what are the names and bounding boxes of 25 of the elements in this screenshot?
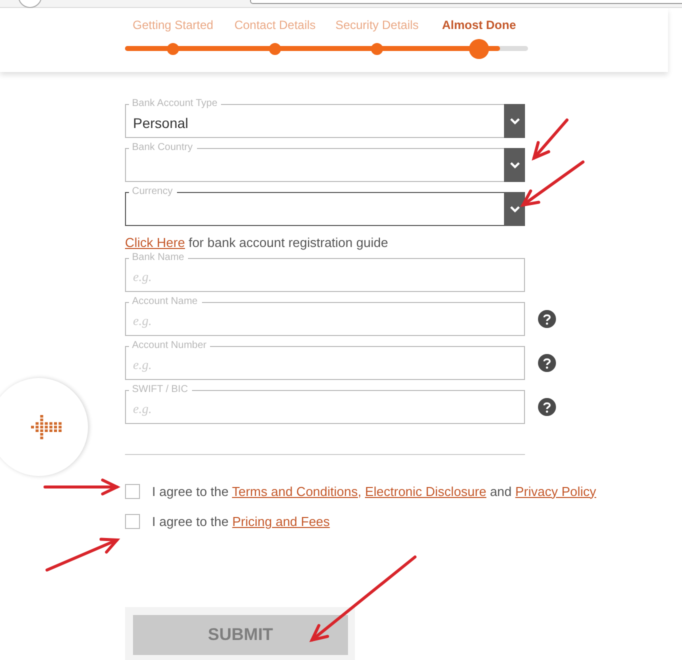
- step-label: Contact Details: [234, 17, 316, 34]
- chevron-down-icon: [510, 206, 520, 212]
- chevron-down-icon: [510, 118, 520, 124]
- agreement-text: I agree to the Pricing and Fees: [152, 514, 330, 528]
- dropdown-button[interactable]: [504, 104, 525, 138]
- agreement-link[interactable]: Electronic Disclosure: [364, 484, 486, 498]
- guide-text: Click Here for bank account registration guide: [125, 234, 390, 252]
- select-field[interactable]: Bank Account Type Personal: [125, 98, 525, 138]
- step-label: Getting Started: [132, 17, 214, 34]
- step-label: Security Details: [335, 17, 419, 34]
- step-label: Almost Done: [442, 17, 516, 34]
- agreement-link[interactable]: Pricing and Fees: [232, 514, 330, 528]
- dotted-arrow-icon: [30, 414, 64, 440]
- help-icon[interactable]: [538, 310, 556, 328]
- help-icon[interactable]: [538, 398, 556, 416]
- checkbox[interactable]: [125, 514, 140, 528]
- dropdown-button[interactable]: [504, 148, 525, 182]
- agreement-text: I agree to the Terms and Conditions, Electronic Disclosure and Privacy Policy: [152, 484, 596, 498]
- help-icon[interactable]: [538, 354, 556, 372]
- chevron-down-icon: [510, 162, 520, 168]
- checkbox[interactable]: [125, 484, 140, 498]
- agreement-link[interactable]: Privacy Policy: [515, 484, 596, 498]
- dropdown-button[interactable]: [504, 192, 525, 226]
- agreement-link[interactable]: Terms and Conditions,: [232, 484, 362, 498]
- click-here-link[interactable]: Click Here: [125, 235, 185, 250]
